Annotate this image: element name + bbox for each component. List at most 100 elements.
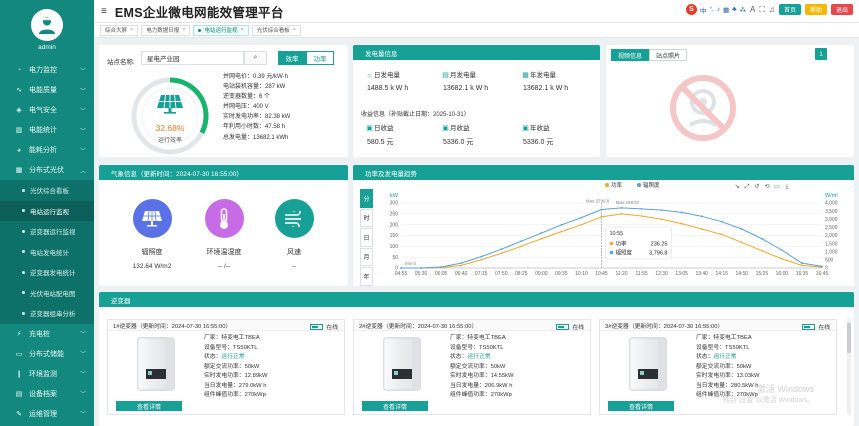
data-point [781,249,783,252]
sidebar-subitem-label: 逆变器发电统计 [30,270,76,278]
sidebar-subitem[interactable]: 电站运行监视 [0,200,94,221]
data-point [821,265,823,268]
wave-icon: ∿ [16,87,22,94]
tab-pv-dashboard[interactable]: 光伏综合看板 × [251,24,301,36]
x-tick: 09:35 [555,271,568,277]
username: admin [38,44,56,51]
sidebar-subitem[interactable]: 逆变器组串分析 [0,303,94,324]
close-icon[interactable]: × [130,27,133,33]
efficiency-toggle[interactable]: 效率 [278,51,306,65]
view-details-button[interactable]: 查看详情 [116,401,182,411]
data-point [440,266,442,268]
sidebar-subitem[interactable]: 光伏综合看板 [0,180,94,201]
close-icon[interactable]: × [182,27,185,33]
sidebar-subitem[interactable]: 光伏电站配电图 [0,283,94,304]
granularity-minute[interactable]: 分 [360,189,373,208]
inverter-header: 3#逆变器（更新时间：2024-07-30 16:55:00） 在线 [600,320,836,331]
data-point [620,212,623,215]
x-tick: 11:55 [635,271,647,277]
bullet-icon [22,188,25,192]
data-point [400,267,402,269]
inverter-card: 2#逆变器（更新时间：2024-07-30 16:55:00） 在线 查看详情 厂家：… [353,319,591,415]
sidebar-item-items3[interactable]: ▥ 电能统计 ﹀ [0,120,94,140]
data-point [760,237,763,240]
inverter-scrollbar[interactable] [847,319,851,415]
mic-icon: ♪ [716,6,721,13]
battery-icon: ▭ [15,350,23,358]
power-toggle[interactable]: 功率 [306,51,334,65]
station-select[interactable]: 星电产业园 [141,51,244,65]
x-tick: 16:00 [776,271,789,277]
pv-submenu: 光伏综合看板电站运行监视 逆变器运行监视 电站发电统计逆变器发电统计光伏电站配电图逆… [0,180,94,324]
solar-panel-icon [132,199,172,238]
legend-marker [637,183,641,187]
pv-peak-power: 组件峰值功率：270kWp [450,392,512,398]
annual-hours: 年利用小时数：47.58 h [223,124,286,131]
ime-toolbar[interactable]: S 中 °, ♪ ▦ ♣ ⁂ [685,4,746,15]
user-icon [39,17,55,34]
chevron-up-icon: ︿ [79,168,86,175]
inverter-info: 厂家：特变电工TBEA 设备型号：TS50KTL 状态：运行正常 额定交流功率：50k… [450,334,513,401]
help-button[interactable]: 帮助 [804,4,827,15]
calendar-icon: ▦ [522,72,529,79]
search-icon[interactable]: ⌕ [244,51,267,65]
data-point [460,264,463,267]
tab-site-photo[interactable]: 站点照片 [649,49,688,61]
view-details-button[interactable]: 查看详情 [362,401,428,411]
tab-station-monitor[interactable]: 电站运行监视 × [193,24,249,36]
sidebar-subitem[interactable]: 电站发电统计 [0,242,94,263]
menu-toggle-icon[interactable]: ≡ [101,6,107,17]
sidebar-item-items2[interactable]: ◈ 电气安全 ﹀ [0,100,94,120]
close-icon[interactable]: × [240,27,243,33]
tab-bar: 综合大屏 × 电力数据日报 × 电站运行监视 × 光伏综合看板 × [94,22,859,38]
tab-daily-report[interactable]: 电力数据日报 × [141,24,191,36]
y-tick-right: 4,000 [825,201,838,207]
close-icon[interactable]: × [293,27,296,33]
data-point [740,228,743,230]
tab-video-info[interactable]: 视频信息 [611,49,650,61]
granularity-hour[interactable]: 时 [360,208,373,227]
sidebar-item-items0[interactable]: ◔ 电力监控 ﹀ [0,60,94,80]
granularity-day[interactable]: 日 [360,228,373,247]
font-size-icon[interactable]: A [750,5,755,14]
sidebar-item-label: 电能质量 [29,87,57,94]
sidebar-item-items_after4[interactable]: ✎ 运维管理 ﹀ [0,404,94,424]
granularity-month[interactable]: 月 [360,247,373,266]
inverter-header: 1#逆变器（更新时间：2024-07-30 16:55:00） 在线 [108,320,344,331]
punct-icon: °, [709,6,714,13]
rated-power: 额定交流功率：50kW [204,363,260,370]
sidebar-item-items1[interactable]: ∿ 电能质量 ﹀ [0,80,94,100]
wind-icon [274,199,314,238]
x-tick: 16:45 [816,271,829,277]
x-tick: 10:45 [595,271,608,277]
sidebar-item-items5[interactable]: ▦ 分布式光伏 ︿ [0,160,94,180]
windows-activation-watermark: 激活 Windows 转到"设置"以激活 Windows。 [722,384,814,404]
tab-overview-screen[interactable]: 综合大屏 × [100,24,139,36]
sidebar-item-items4[interactable]: ◕ 能耗分析 ﹀ [0,140,94,160]
data-point [660,218,663,221]
sidebar-subitem[interactable]: 逆变器发电统计 [0,262,94,283]
data-point [781,258,783,260]
data-point [801,264,803,267]
camera-count-badge[interactable]: 1 [815,48,827,60]
trend-chart[interactable]: 05010015020025030005001,0001,5002,0002,5… [375,181,852,285]
online-status: 在线 [802,322,830,331]
daily-gen-value: 1488.5 k W h [367,85,409,92]
bell-icon[interactable]: ♫ [769,5,775,14]
sogou-icon: S [685,4,697,15]
online-status: 在线 [310,322,338,331]
sidebar-item-items_after1[interactable]: ▭ 分布式储能 ﹀ [0,344,94,364]
data-point [460,262,463,265]
home-button[interactable]: 首页 [778,4,801,15]
sidebar-item-items_after0[interactable]: ⚡ 充电桩 ﹀ [0,324,94,344]
sidebar-subitem-label: 光伏综合看板 [30,188,69,196]
user-avatar[interactable] [31,9,63,41]
sidebar-subitem[interactable]: 逆变器运行监视 [0,221,94,242]
sidebar-item-items_after2[interactable]: ❙ 环境监测 ﹀ [0,364,94,384]
granularity-year[interactable]: 年 [360,267,373,286]
logout-button[interactable]: 退出 [830,4,853,15]
view-details-button[interactable]: 查看详情 [608,401,674,411]
chart-toolbox-icon: ↘ [734,184,739,190]
fullscreen-icon[interactable]: ⛶ [759,5,765,15]
sidebar-item-items_after3[interactable]: ▤ 设备档案 ﹀ [0,384,94,404]
